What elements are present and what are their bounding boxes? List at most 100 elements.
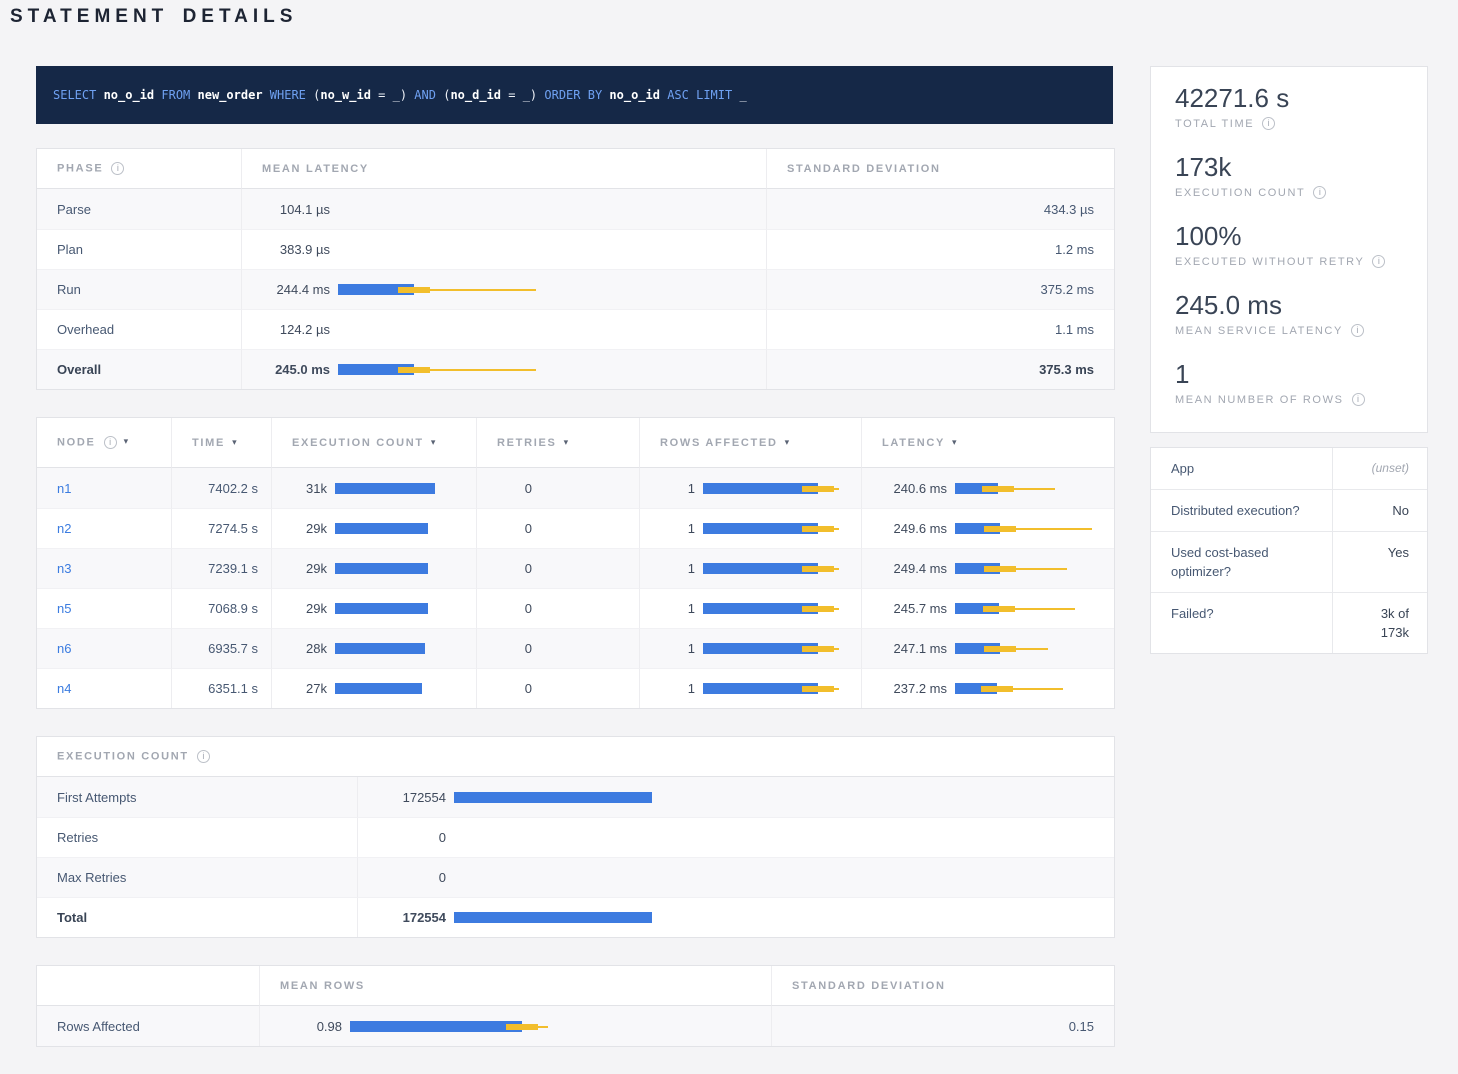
info-icon[interactable]: i bbox=[1262, 117, 1275, 130]
phase-mean-cell: 383.9 µs bbox=[241, 229, 766, 269]
mean-latency-bar bbox=[338, 363, 766, 376]
main-content: SELECT no_o_id FROM new_order WHERE (no_… bbox=[36, 66, 1113, 1074]
mean-rows-bar bbox=[350, 1020, 771, 1033]
node-latency-cell: 249.6 ms bbox=[861, 508, 1114, 548]
node-cell: n3 bbox=[37, 548, 171, 588]
node-exec-count-cell: 29k bbox=[271, 588, 476, 628]
node-row: n37239.1 s29k01249.4 ms bbox=[37, 548, 1114, 588]
exec-count-value: 31k bbox=[272, 481, 327, 496]
sql-token: new_order bbox=[198, 88, 263, 102]
detail-row: Failed?3k of 173k bbox=[1151, 592, 1427, 653]
info-icon[interactable]: i bbox=[111, 162, 124, 175]
node-time-value: 7068.9 s bbox=[171, 588, 271, 628]
time-column-header[interactable]: TIME▾ bbox=[171, 418, 271, 468]
node-exec-count-cell: 28k bbox=[271, 628, 476, 668]
node-cell: n1 bbox=[37, 468, 171, 508]
detail-row: Distributed execution?No bbox=[1151, 489, 1427, 531]
execution-count-cell: 172554 bbox=[357, 777, 1114, 817]
execution-count-column-header[interactable]: EXECUTION COUNT▾ bbox=[271, 418, 476, 468]
node-link[interactable]: n1 bbox=[57, 481, 71, 496]
info-icon[interactable]: i bbox=[1372, 255, 1385, 268]
latency-column-header[interactable]: LATENCY▾ bbox=[861, 418, 1114, 468]
statement-details-card: App(unset)Distributed execution?NoUsed c… bbox=[1150, 447, 1428, 654]
latency-value: 249.6 ms bbox=[862, 521, 947, 536]
mean-latency-value: 245.0 ms bbox=[242, 362, 330, 377]
sql-token: WHERE bbox=[263, 88, 314, 102]
exec-count-bar bbox=[335, 642, 476, 655]
phase-row: Overhead124.2 µs1.1 ms bbox=[37, 309, 1114, 349]
latency-value: 245.7 ms bbox=[862, 601, 947, 616]
summary-stat: 173kEXECUTION COUNTi bbox=[1175, 152, 1407, 221]
node-retries-cell: 0 bbox=[476, 508, 639, 548]
detail-label: App bbox=[1151, 448, 1333, 489]
latency-header-label: LATENCY bbox=[882, 437, 945, 449]
execution-count-value: 0 bbox=[358, 830, 446, 845]
mean-rows-column-header: MEAN ROWS bbox=[259, 966, 771, 1006]
info-icon[interactable]: i bbox=[197, 750, 210, 763]
latency-bar bbox=[955, 482, 1114, 495]
node-table-header-row: NODEi▾ TIME▾ EXECUTION COUNT▾ RETRIES▾ R… bbox=[37, 418, 1114, 468]
node-exec-count-cell: 27k bbox=[271, 668, 476, 708]
mean-rows-value: 0.98 bbox=[260, 1019, 342, 1034]
node-latency-cell: 247.1 ms bbox=[861, 628, 1114, 668]
summary-stats-card: 42271.6 sTOTAL TIMEi173kEXECUTION COUNTi… bbox=[1150, 66, 1428, 433]
rows-affected-bar bbox=[703, 602, 861, 615]
phase-column-header[interactable]: PHASE i bbox=[37, 149, 241, 189]
sidebar: 42271.6 sTOTAL TIMEi173kEXECUTION COUNTi… bbox=[1150, 66, 1428, 654]
latency-value: 249.4 ms bbox=[862, 561, 947, 576]
sql-token: AND bbox=[414, 88, 443, 102]
node-rows-affected-cell: 1 bbox=[639, 668, 861, 708]
node-column-header[interactable]: NODEi▾ bbox=[37, 418, 171, 468]
phase-mean-cell: 124.2 µs bbox=[241, 309, 766, 349]
stat-value: 173k bbox=[1175, 152, 1407, 182]
info-icon[interactable]: i bbox=[1313, 186, 1326, 199]
node-time-value: 6935.7 s bbox=[171, 628, 271, 668]
node-time-value: 7274.5 s bbox=[171, 508, 271, 548]
exec-count-value: 28k bbox=[272, 641, 327, 656]
summary-stat: 1MEAN NUMBER OF ROWSi bbox=[1175, 359, 1407, 428]
sort-desc-icon: ▾ bbox=[431, 437, 436, 447]
node-table: NODEi▾ TIME▾ EXECUTION COUNT▾ RETRIES▾ R… bbox=[36, 417, 1115, 709]
node-retries-cell: 0 bbox=[476, 588, 639, 628]
mean-latency-column-header[interactable]: MEAN LATENCY bbox=[241, 149, 766, 189]
detail-value: No bbox=[1333, 490, 1427, 531]
rows-affected-bar bbox=[703, 682, 861, 695]
rows-affected-column-header[interactable]: ROWS AFFECTED▾ bbox=[639, 418, 861, 468]
execution-count-bar bbox=[454, 791, 1114, 804]
exec-count-bar bbox=[335, 522, 476, 535]
rows-affected-table: MEAN ROWS STANDARD DEVIATION Rows Affect… bbox=[36, 965, 1115, 1047]
latency-bar bbox=[955, 642, 1114, 655]
sort-desc-icon: ▾ bbox=[564, 437, 569, 447]
node-cell: n6 bbox=[37, 628, 171, 668]
node-link[interactable]: n4 bbox=[57, 681, 71, 696]
detail-label: Failed? bbox=[1151, 593, 1333, 653]
node-retries-cell: 0 bbox=[476, 468, 639, 508]
info-icon[interactable]: i bbox=[104, 436, 117, 449]
execution-count-bar bbox=[454, 871, 1114, 884]
mean-latency-value: 383.9 µs bbox=[242, 242, 330, 257]
execution-count-label: First Attempts bbox=[37, 777, 357, 817]
exec-count-value: 27k bbox=[272, 681, 327, 696]
node-link[interactable]: n3 bbox=[57, 561, 71, 576]
phase-header-label: PHASE bbox=[57, 162, 103, 174]
stddev-column-header[interactable]: STANDARD DEVIATION bbox=[766, 149, 1114, 189]
node-link[interactable]: n5 bbox=[57, 601, 71, 616]
node-link[interactable]: n6 bbox=[57, 641, 71, 656]
rows-stddev-value: 0.15 bbox=[771, 1006, 1114, 1046]
sql-token: ASC LIMIT bbox=[660, 88, 739, 102]
info-icon[interactable]: i bbox=[1351, 324, 1364, 337]
info-icon[interactable]: i bbox=[1352, 393, 1365, 406]
detail-row: Used cost-based optimizer?Yes bbox=[1151, 531, 1427, 592]
stat-value: 42271.6 s bbox=[1175, 83, 1407, 113]
node-rows-affected-cell: 1 bbox=[639, 588, 861, 628]
retries-value: 0 bbox=[477, 641, 532, 656]
execution-count-table-title: EXECUTION COUNT bbox=[57, 750, 189, 762]
node-time-value: 7402.2 s bbox=[171, 468, 271, 508]
retries-column-header[interactable]: RETRIES▾ bbox=[476, 418, 639, 468]
node-link[interactable]: n2 bbox=[57, 521, 71, 536]
phase-table: PHASE i MEAN LATENCY STANDARD DEVIATION P… bbox=[36, 148, 1115, 390]
phase-stddev-value: 375.2 ms bbox=[766, 269, 1114, 309]
sql-token: FROM bbox=[154, 88, 197, 102]
phase-row: Parse104.1 µs434.3 µs bbox=[37, 189, 1114, 229]
node-latency-cell: 245.7 ms bbox=[861, 588, 1114, 628]
